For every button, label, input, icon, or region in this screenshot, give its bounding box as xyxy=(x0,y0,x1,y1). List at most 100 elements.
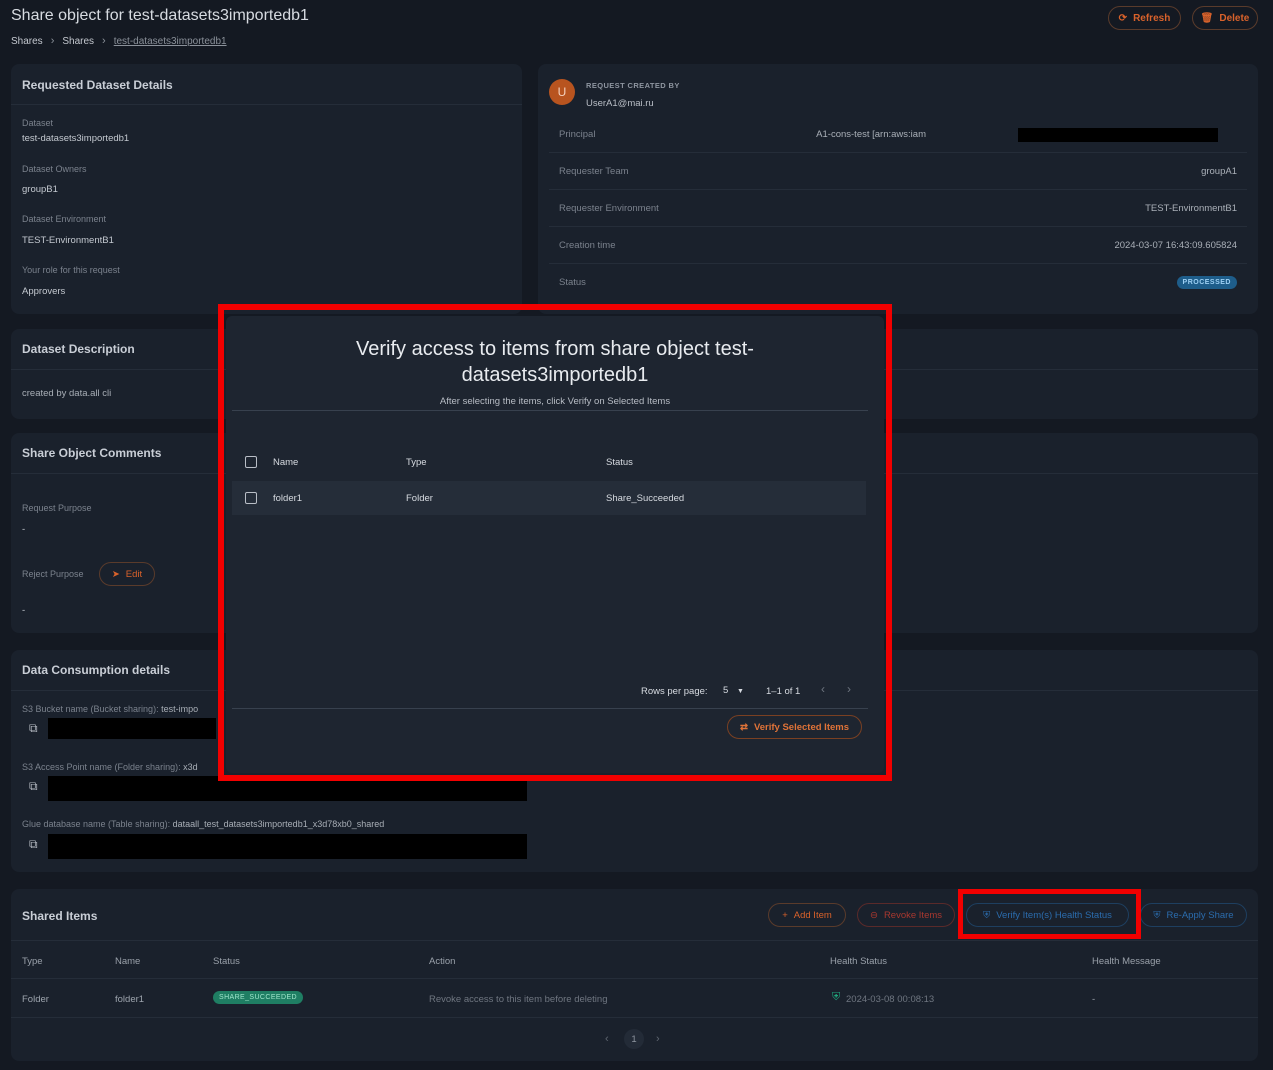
col-type: Type xyxy=(406,457,427,468)
col-status: Status xyxy=(606,457,633,468)
col-name: Name xyxy=(273,457,299,468)
divider xyxy=(232,708,868,709)
verify-access-dialog: Verify access to items from share object… xyxy=(226,316,884,773)
rows-per-page-label: Rows per page: xyxy=(641,686,708,697)
shield-check-icon: ⛨ xyxy=(832,991,841,1003)
access-point-value: x3d xyxy=(183,762,198,772)
swap-icon: ⇄ xyxy=(739,721,748,733)
status-label: Status xyxy=(559,277,586,288)
principal-label: Principal xyxy=(559,129,596,140)
verify-selected-label: Verify Selected Items xyxy=(753,721,850,733)
glue-label-text: Glue database name (Table sharing): xyxy=(22,819,171,829)
avatar-letter: U xyxy=(557,85,567,99)
col-name: Name xyxy=(115,956,141,967)
rows-per-page-value: 5 xyxy=(723,685,729,696)
card-title: Dataset Description xyxy=(22,342,135,356)
avatar: U xyxy=(549,79,575,105)
edit-button[interactable]: ➤ Edit xyxy=(99,562,155,586)
role-label: Your role for this request xyxy=(22,265,120,275)
trash-icon: 🗑 xyxy=(1200,12,1214,24)
copy-icon[interactable]: ⧉ xyxy=(29,837,38,852)
verify-health-label: Verify Item(s) Health Status xyxy=(996,909,1112,921)
dialog-subtitle: After selecting the items, click Verify … xyxy=(439,396,671,407)
col-action: Action xyxy=(429,956,456,967)
page-number[interactable]: 1 xyxy=(624,1029,644,1049)
prev-page-icon[interactable]: ‹ xyxy=(605,1033,609,1045)
copy-icon[interactable]: ⧉ xyxy=(29,721,38,736)
reapply-share-button[interactable]: ⛨ Re-Apply Share xyxy=(1140,903,1247,927)
revoke-items-button[interactable]: ⊖ Revoke Items xyxy=(857,903,955,927)
redacted-principal xyxy=(1018,128,1218,142)
card-title: Share Object Comments xyxy=(22,446,162,460)
verify-selected-items-button[interactable]: ⇄ Verify Selected Items xyxy=(727,715,862,739)
row-name: folder1 xyxy=(273,493,303,504)
revoke-items-label: Revoke Items xyxy=(883,909,943,921)
row-health-message: - xyxy=(1092,994,1096,1005)
row-checkbox[interactable] xyxy=(245,492,257,504)
divider xyxy=(11,940,1258,941)
divider xyxy=(11,104,522,105)
pagination-range: 1–1 of 1 xyxy=(766,686,801,697)
reject-purpose-label: Reject Purpose xyxy=(22,569,84,579)
copy-icon[interactable]: ⧉ xyxy=(29,779,38,794)
breadcrumb-current[interactable]: test-datasets3importedb1 xyxy=(114,36,227,47)
breadcrumb-shares-list[interactable]: Shares xyxy=(62,36,94,47)
prev-page-icon[interactable]: ‹ xyxy=(821,682,825,696)
refresh-button[interactable]: ⟳ Refresh xyxy=(1108,6,1181,30)
plus-icon: + xyxy=(782,909,788,921)
share-object-page: Share object for test-datasets3importedb… xyxy=(0,0,1273,1070)
requester-environment-value: TEST-EnvironmentB1 xyxy=(1145,203,1237,214)
col-type: Type xyxy=(22,956,43,967)
caret-down-icon: ▼ xyxy=(736,688,744,695)
breadcrumb-chevron-icon: › xyxy=(102,35,106,47)
send-icon: ➤ xyxy=(111,568,120,580)
breadcrumb-shares[interactable]: Shares xyxy=(11,36,43,47)
redacted-access-point xyxy=(48,776,527,801)
principal-value: A1-cons-test [arn:aws:iam xyxy=(816,129,926,140)
col-status: Status xyxy=(213,956,240,967)
request-purpose-value: - xyxy=(22,524,26,535)
table-row[interactable]: folder1 Folder Share_Succeeded xyxy=(232,481,866,515)
shield-icon: ⛨ xyxy=(1153,909,1161,921)
creation-time-label: Creation time xyxy=(559,240,616,251)
edit-label: Edit xyxy=(125,568,143,580)
col-health-message: Health Message xyxy=(1092,956,1161,967)
requester-team-label: Requester Team xyxy=(559,166,629,177)
card-title: Data Consumption details xyxy=(22,663,171,677)
row-action: Revoke access to this item before deleti… xyxy=(429,994,608,1005)
select-all-checkbox[interactable] xyxy=(245,456,257,468)
description-text: created by data.all cli xyxy=(22,388,112,399)
s3-bucket-label-text: S3 Bucket name (Bucket sharing): xyxy=(22,704,159,714)
delete-label: Delete xyxy=(1219,12,1250,24)
delete-button[interactable]: 🗑 Delete xyxy=(1192,6,1258,30)
add-item-button[interactable]: + Add Item xyxy=(768,903,846,927)
card-title: Requested Dataset Details xyxy=(22,78,173,92)
requested-dataset-card: Requested Dataset Details Dataset test-d… xyxy=(11,64,522,314)
access-point-label: S3 Access Point name (Folder sharing): x… xyxy=(22,762,198,772)
status-badge: PROCESSED xyxy=(1176,276,1237,289)
requester-environment-label: Requester Environment xyxy=(559,203,659,214)
refresh-icon: ⟳ xyxy=(1118,12,1128,24)
redacted-glue xyxy=(48,834,527,859)
card-title: Shared Items xyxy=(22,909,98,923)
requester-environment-row: Requester Environment TEST-EnvironmentB1 xyxy=(549,190,1247,227)
status-badge: SHARE_SUCCEEDED xyxy=(213,991,303,1004)
row-type: Folder xyxy=(406,493,433,504)
next-page-icon[interactable]: › xyxy=(656,1033,660,1045)
verify-health-button[interactable]: ⛨ Verify Item(s) Health Status xyxy=(966,903,1129,927)
next-page-icon[interactable]: › xyxy=(847,682,851,696)
glue-label: Glue database name (Table sharing): data… xyxy=(22,819,384,829)
reapply-share-label: Re-Apply Share xyxy=(1166,909,1234,921)
principal-row: Principal A1-cons-test [arn:aws:iam xyxy=(549,116,1247,153)
redacted-bucket xyxy=(48,718,216,739)
breadcrumb-chevron-icon: › xyxy=(50,35,55,47)
role-value: Approvers xyxy=(22,286,66,297)
creation-time-value: 2024-03-07 16:43:09.605824 xyxy=(1114,240,1237,251)
breadcrumb: Shares › Shares › test-datasets3imported… xyxy=(11,35,227,47)
dataset-owners-label: Dataset Owners xyxy=(22,164,87,174)
rows-per-page-select[interactable]: 5 ▼ xyxy=(723,685,744,696)
dataset-environment-value: TEST-EnvironmentB1 xyxy=(22,235,114,246)
dataset-environment-label: Dataset Environment xyxy=(22,214,107,224)
divider xyxy=(232,410,868,411)
row-status: Share_Succeeded xyxy=(606,493,685,504)
